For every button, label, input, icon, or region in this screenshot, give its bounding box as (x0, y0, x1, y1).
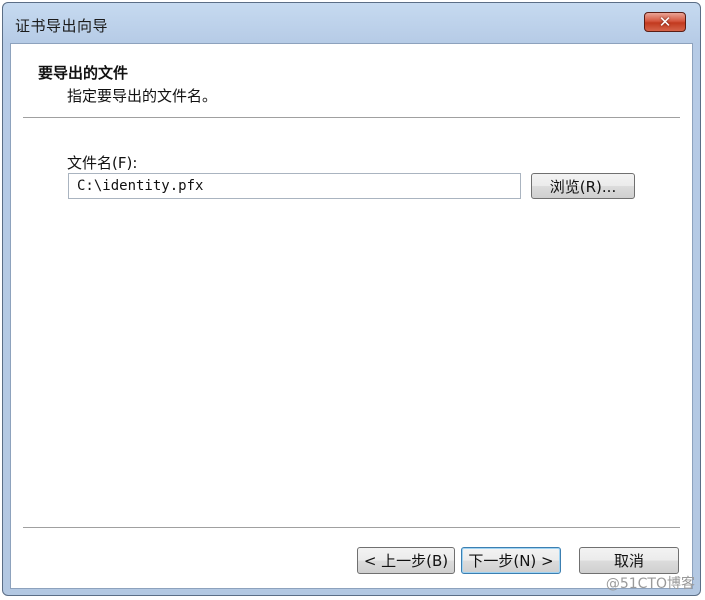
back-button[interactable]: < 上一步(B) (357, 547, 455, 574)
wizard-content: 要导出的文件 指定要导出的文件名。 文件名(F): 浏览(R)... < 上一步… (10, 43, 693, 589)
file-name-input[interactable] (68, 173, 521, 199)
next-button[interactable]: 下一步(N) > (461, 547, 561, 574)
page-subtitle: 指定要导出的文件名。 (67, 87, 218, 105)
page-title: 要导出的文件 (38, 64, 129, 82)
cancel-button[interactable]: 取消 (579, 547, 679, 574)
wizard-window: 证书导出向导 ✕ 要导出的文件 指定要导出的文件名。 文件名(F): 浏览(R)… (2, 2, 701, 596)
footer-divider (23, 527, 680, 529)
header-divider (23, 117, 680, 119)
close-button[interactable]: ✕ (644, 12, 686, 32)
file-name-label: 文件名(F): (67, 154, 138, 172)
title-bar[interactable]: 证书导出向导 ✕ (3, 3, 700, 43)
close-icon: ✕ (658, 12, 672, 31)
watermark: @51CTO博客 (605, 576, 695, 592)
browse-button[interactable]: 浏览(R)... (531, 173, 635, 199)
window-title: 证书导出向导 (15, 17, 109, 35)
